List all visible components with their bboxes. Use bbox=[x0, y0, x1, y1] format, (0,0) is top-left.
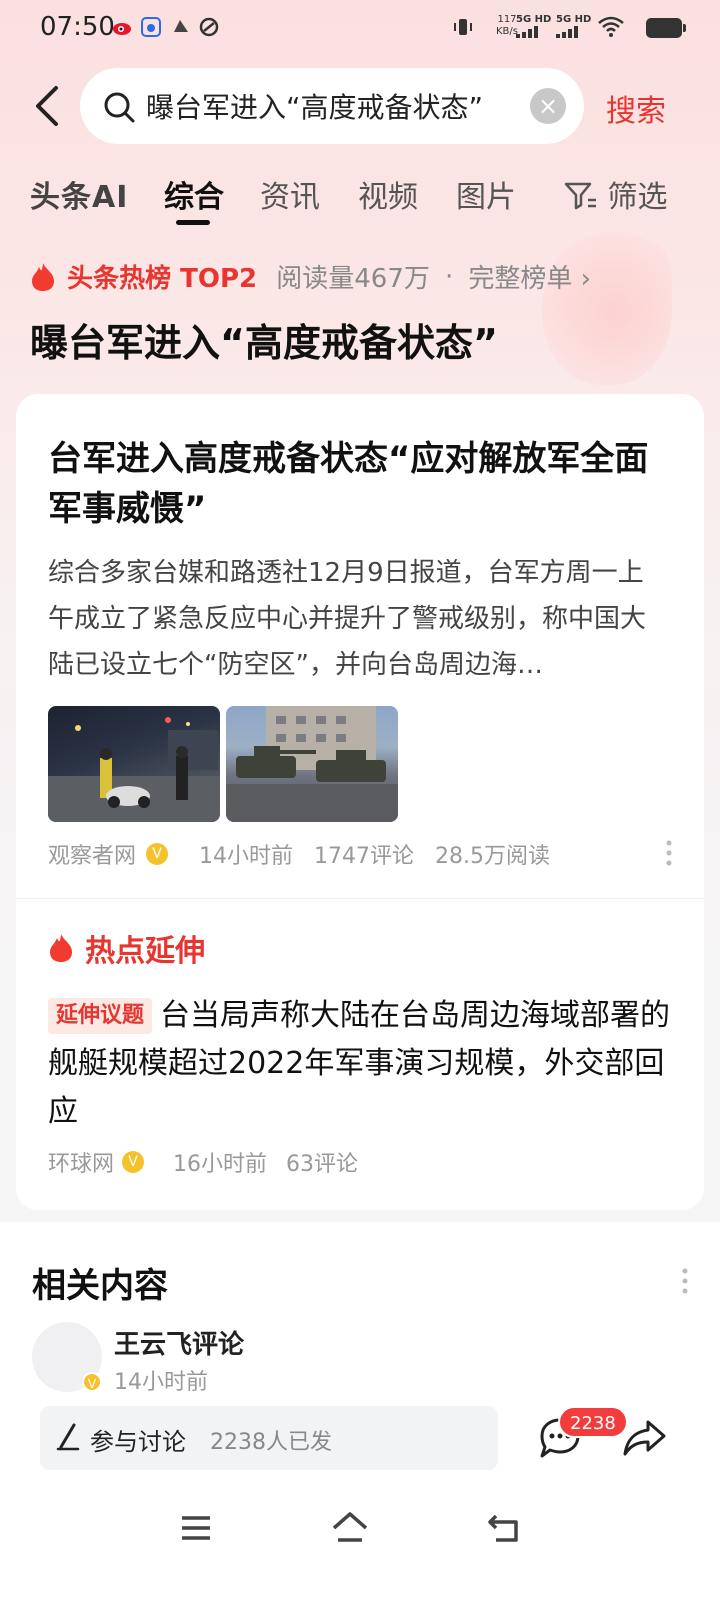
article-thumbnail-1[interactable] bbox=[48, 706, 220, 822]
tab-toutiao-ai[interactable]: 头条AI bbox=[30, 172, 128, 216]
extension-meta: 环球网 V 16小时前 63评论 bbox=[48, 1146, 370, 1178]
article-thumbnail-2[interactable] bbox=[226, 706, 398, 822]
discuss-label: 参与讨论 bbox=[90, 1428, 186, 1456]
verified-icon: V bbox=[146, 843, 169, 865]
tab-video[interactable]: 视频 bbox=[358, 172, 418, 216]
more-options-icon[interactable] bbox=[682, 1268, 688, 1294]
clear-icon[interactable]: × bbox=[530, 88, 566, 124]
article-time: 14小时前 bbox=[199, 844, 294, 869]
signal-sim1: 5G HD bbox=[516, 14, 551, 42]
tab-news[interactable]: 资讯 bbox=[260, 172, 320, 216]
discuss-count: 2238人已发 bbox=[210, 1430, 332, 1455]
status-time: 07:50 bbox=[40, 12, 115, 42]
article-reads: 28.5万阅读 bbox=[435, 844, 551, 869]
comment-count-badge: 2238 bbox=[558, 1406, 628, 1438]
hot-rank-row[interactable]: 头条热榜 TOP2 阅读量467万 · 完整榜单 › bbox=[30, 258, 591, 298]
verified-icon: V bbox=[122, 1151, 145, 1173]
weibo-icon bbox=[112, 16, 134, 40]
article-source[interactable]: 观察者网 bbox=[48, 844, 136, 869]
share-icon bbox=[623, 1420, 666, 1456]
discuss-input[interactable]: 参与讨论 2238人已发 bbox=[40, 1406, 498, 1470]
search-button[interactable]: 搜索 bbox=[606, 86, 666, 130]
baidu-icon bbox=[140, 16, 162, 40]
filter-icon bbox=[564, 182, 596, 210]
search-icon bbox=[102, 90, 136, 124]
author-time: 14小时前 bbox=[114, 1370, 208, 1395]
wifi-icon bbox=[598, 16, 624, 40]
link-icon bbox=[198, 16, 220, 40]
share-button[interactable] bbox=[622, 1416, 666, 1460]
battery-icon bbox=[646, 18, 686, 38]
app-icon bbox=[170, 16, 192, 40]
hot-extension-header: 热点延伸 bbox=[48, 926, 205, 970]
tab-comprehensive[interactable]: 综合 bbox=[164, 172, 224, 216]
extension-item[interactable]: 延伸议题 台当局声称大陆在台岛周边海域部署的舰艇规模超过2022年军事演习规模，外… bbox=[48, 992, 672, 1136]
menu-icon[interactable] bbox=[176, 1508, 216, 1548]
search-input[interactable]: 曝台军进入“高度戒备状态” × bbox=[80, 68, 584, 144]
pen-icon bbox=[56, 1422, 80, 1452]
divider bbox=[16, 898, 704, 899]
tab-bar: 头条AI 综合 资讯 视频 图片 筛选 bbox=[30, 172, 690, 232]
verified-icon: V bbox=[82, 1372, 102, 1392]
extension-tag: 延伸议题 bbox=[48, 998, 153, 1034]
separator-dot: · bbox=[444, 261, 454, 292]
system-nav-bar bbox=[0, 1490, 720, 1612]
vibrate-icon bbox=[452, 16, 474, 40]
more-options-icon[interactable] bbox=[666, 840, 672, 866]
result-card: 台军进入高度戒备状态“应对解放军全面军事威慑” 综合多家台媒和路透社12月9日报… bbox=[16, 394, 704, 1210]
home-icon[interactable] bbox=[330, 1508, 370, 1548]
net-speed: 117 KB/s bbox=[496, 14, 518, 37]
status-bar: 07:50 117 KB/s 5G HD 5G HD bbox=[0, 0, 720, 56]
tab-images[interactable]: 图片 bbox=[456, 172, 516, 216]
hot-extension-label: 热点延伸 bbox=[85, 934, 206, 969]
extension-time: 16小时前 bbox=[173, 1152, 268, 1177]
article-summary[interactable]: 综合多家台媒和路透社12月9日报道，台军方周一上午成立了紧急反应中心并提升了警戒… bbox=[48, 550, 668, 688]
flame-icon bbox=[48, 933, 74, 963]
full-ranking-link[interactable]: 完整榜单 › bbox=[468, 264, 591, 294]
author-name[interactable]: 王云飞评论 bbox=[114, 1324, 244, 1361]
article-title[interactable]: 台军进入高度戒备状态“应对解放军全面军事威慑” bbox=[48, 434, 668, 534]
extension-source[interactable]: 环球网 bbox=[48, 1152, 114, 1177]
signal-sim2: 5G HD bbox=[556, 14, 591, 42]
tab-filter[interactable]: 筛选 bbox=[564, 172, 668, 216]
hot-rank-reads: 阅读量467万 bbox=[276, 264, 430, 294]
topic-title: 曝台军进入“高度戒备状态” bbox=[30, 321, 498, 365]
related-title: 相关内容 bbox=[32, 1266, 168, 1306]
active-tab-indicator bbox=[176, 220, 210, 225]
search-query[interactable]: 曝台军进入“高度戒备状态” bbox=[146, 86, 526, 126]
hot-rank-label: 头条热榜 TOP2 bbox=[67, 264, 258, 294]
flame-icon bbox=[30, 262, 56, 292]
extension-comments: 63评论 bbox=[286, 1152, 359, 1177]
back-nav-icon[interactable] bbox=[486, 1508, 526, 1548]
article-comments: 1747评论 bbox=[314, 844, 415, 869]
back-button[interactable] bbox=[30, 84, 66, 128]
article-meta: 观察者网 V 14小时前 1747评论 28.5万阅读 bbox=[48, 838, 564, 870]
